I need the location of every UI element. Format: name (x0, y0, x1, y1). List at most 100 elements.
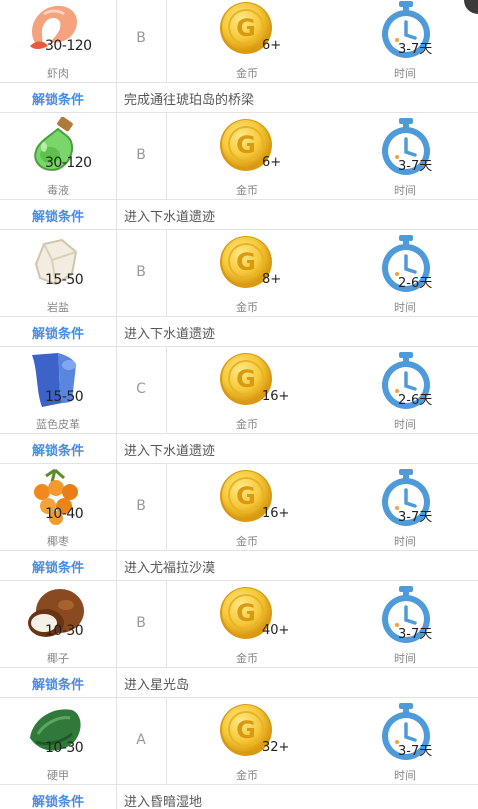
time-value: 3-7天 (398, 42, 433, 57)
item-name: 硬甲 (47, 769, 69, 782)
coin-label: 金币 (236, 652, 258, 665)
time-value: 2-6天 (398, 393, 433, 408)
item-grade: B (136, 615, 146, 631)
item-quantity: 10-30 (45, 740, 84, 756)
item-quantity: 10-30 (45, 623, 84, 639)
item-grade: B (136, 30, 146, 46)
unlock-condition-label: 解锁条件 (31, 327, 84, 342)
material-block: 30-120 毒液 B G 6+ 金币 3-7天 时间 解锁条件 进入下水道遗迹 (0, 113, 478, 230)
column-divider (166, 698, 167, 784)
material-row[interactable]: 15-50 岩盐 B G 8+ 金币 2-6天 时间 (0, 230, 478, 317)
material-row[interactable]: 10-40 椰枣 B G 16+ 金币 3-7天 时间 (0, 464, 478, 551)
unlock-condition-text: 进入星光岛 (124, 678, 190, 693)
material-block: 30-120 虾肉 B G 6+ 金币 3-7天 时间 解锁条件 完成通往琥珀岛… (0, 0, 478, 113)
column-divider (116, 317, 117, 346)
coin-value: 6+ (262, 38, 282, 53)
coin-label: 金币 (236, 535, 258, 548)
coin-label: 金币 (236, 301, 258, 314)
unlock-condition-text: 进入下水道遗迹 (124, 444, 216, 459)
unlock-condition-label: 解锁条件 (31, 561, 84, 576)
coin-value: 40+ (262, 623, 290, 638)
unlock-condition-text: 进入下水道遗迹 (124, 210, 216, 225)
column-divider (166, 113, 167, 199)
time-label: 时间 (394, 67, 416, 80)
column-divider (166, 581, 167, 667)
column-divider (116, 434, 117, 463)
coin-label: 金币 (236, 67, 258, 80)
column-divider (116, 551, 117, 580)
coin-value: 16+ (262, 389, 290, 404)
svg-text:G: G (236, 365, 256, 393)
unlock-condition-row: 解锁条件 进入星光岛 (0, 668, 478, 698)
unlock-condition-label: 解锁条件 (31, 795, 84, 809)
material-block: 10-30 椰子 B G 40+ 金币 3-7天 时间 解锁条件 进入星光岛 (0, 581, 478, 698)
svg-text:G: G (236, 716, 256, 744)
column-divider (166, 464, 167, 550)
unlock-condition-row: 解锁条件 进入尤福拉沙漠 (0, 551, 478, 581)
column-divider (166, 0, 167, 82)
column-divider (116, 668, 117, 697)
column-divider (116, 83, 117, 112)
unlock-condition-label: 解锁条件 (31, 678, 84, 693)
item-quantity: 10-40 (45, 506, 84, 522)
material-block: 15-50 岩盐 B G 8+ 金币 2-6天 时间 解锁条件 进入下水道遗迹 (0, 230, 478, 347)
material-block: 10-40 椰枣 B G 16+ 金币 3-7天 时间 解锁条件 进入尤福拉沙漠 (0, 464, 478, 581)
item-name: 蓝色皮革 (36, 418, 80, 431)
item-grade: C (136, 381, 146, 397)
item-name: 椰子 (47, 652, 69, 665)
svg-text:G: G (236, 599, 256, 627)
item-name: 椰枣 (47, 535, 69, 548)
item-grade: B (136, 147, 146, 163)
column-divider (166, 347, 167, 433)
item-grade: B (136, 498, 146, 514)
material-row[interactable]: 30-120 虾肉 B G 6+ 金币 3-7天 时间 (0, 0, 478, 83)
svg-text:G: G (236, 248, 256, 276)
coin-value: 32+ (262, 740, 290, 755)
coin-value: 6+ (262, 155, 282, 170)
svg-text:G: G (236, 131, 256, 159)
time-label: 时间 (394, 184, 416, 197)
material-row[interactable]: 10-30 椰子 B G 40+ 金币 3-7天 时间 (0, 581, 478, 668)
unlock-condition-row: 解锁条件 进入昏暗湿地 (0, 785, 478, 809)
time-label: 时间 (394, 769, 416, 782)
unlock-condition-row: 解锁条件 完成通往琥珀岛的桥梁 (0, 83, 478, 113)
column-divider (166, 230, 167, 316)
unlock-condition-row: 解锁条件 进入下水道遗迹 (0, 317, 478, 347)
coin-label: 金币 (236, 769, 258, 782)
svg-text:G: G (236, 482, 256, 510)
item-quantity: 15-50 (45, 389, 84, 405)
unlock-condition-text: 进入尤福拉沙漠 (124, 561, 216, 576)
time-value: 3-7天 (398, 510, 433, 525)
coin-label: 金币 (236, 184, 258, 197)
time-value: 3-7天 (398, 159, 433, 174)
unlock-condition-label: 解锁条件 (31, 444, 84, 459)
unlock-condition-row: 解锁条件 进入下水道遗迹 (0, 434, 478, 464)
item-grade: B (136, 264, 146, 280)
unlock-condition-row: 解锁条件 进入下水道遗迹 (0, 200, 478, 230)
column-divider (116, 200, 117, 229)
material-block: 10-30 硬甲 A G 32+ 金币 3-7天 时间 解锁条件 进入昏暗湿地 (0, 698, 478, 809)
material-row[interactable]: 30-120 毒液 B G 6+ 金币 3-7天 时间 (0, 113, 478, 200)
item-quantity: 15-50 (45, 272, 84, 288)
coin-value: 8+ (262, 272, 282, 287)
time-value: 3-7天 (398, 744, 433, 759)
material-row[interactable]: 15-50 蓝色皮革 C G 16+ 金币 2-6天 时间 (0, 347, 478, 434)
item-quantity: 30-120 (45, 38, 92, 54)
time-label: 时间 (394, 652, 416, 665)
item-name: 毒液 (47, 184, 69, 197)
unlock-condition-text: 进入下水道遗迹 (124, 327, 216, 342)
unlock-condition-label: 解锁条件 (31, 210, 84, 225)
time-label: 时间 (394, 535, 416, 548)
time-value: 2-6天 (398, 276, 433, 291)
material-row[interactable]: 10-30 硬甲 A G 32+ 金币 3-7天 时间 (0, 698, 478, 785)
svg-text:G: G (236, 14, 256, 42)
material-block: 15-50 蓝色皮革 C G 16+ 金币 2-6天 时间 解锁条件 进入下水道… (0, 347, 478, 464)
column-divider (116, 785, 117, 809)
time-value: 3-7天 (398, 627, 433, 642)
coin-value: 16+ (262, 506, 290, 521)
time-label: 时间 (394, 418, 416, 431)
time-label: 时间 (394, 301, 416, 314)
unlock-condition-text: 完成通往琥珀岛的桥梁 (124, 93, 255, 108)
item-name: 岩盐 (47, 301, 69, 314)
coin-label: 金币 (236, 418, 258, 431)
